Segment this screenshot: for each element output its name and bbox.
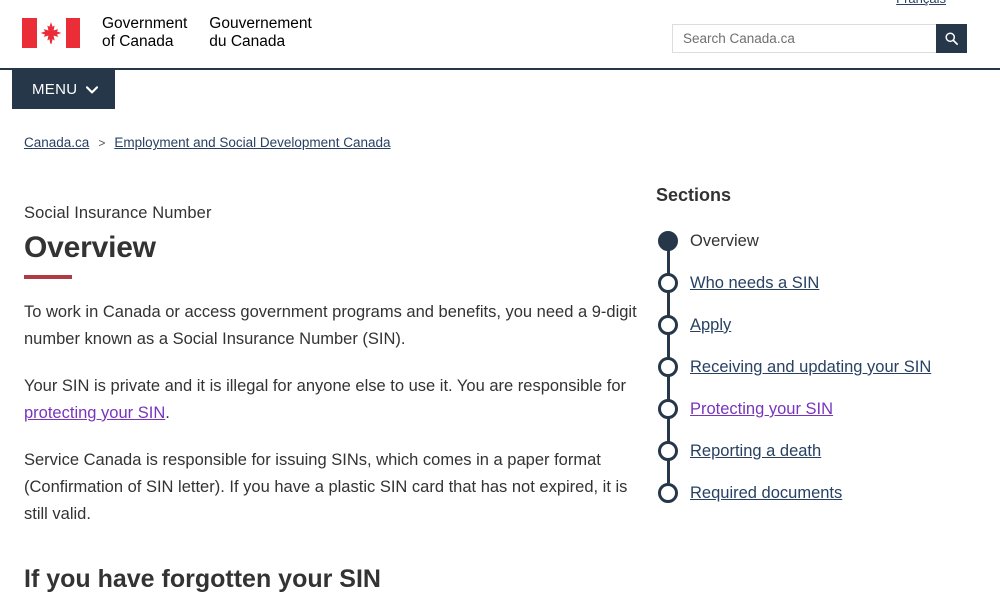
paragraph-2: Your SIN is private and it is illegal fo… (24, 373, 644, 427)
timeline-dot-icon (658, 399, 678, 419)
sidebar-item-receiving-and-updating-your-sin[interactable]: Receiving and updating your SIN (658, 346, 986, 388)
paragraph-2-text-after: . (165, 404, 170, 422)
wordmark-french: Gouvernement du Canada (209, 15, 312, 50)
paragraph-1: To work in Canada or access government p… (24, 299, 644, 353)
search-icon (945, 32, 958, 45)
paragraph-2-text-before: Your SIN is private and it is illegal fo… (24, 377, 626, 395)
global-header: Government of Canada Gouvernement du Can… (0, 0, 1000, 70)
wordmark-english: Government of Canada (102, 15, 188, 50)
sidebar-item-label[interactable]: Reporting a death (690, 441, 821, 461)
paragraph-3-text: Service Canada is responsible for issuin… (24, 451, 628, 523)
sections-title: Sections (656, 185, 732, 205)
wordmark: Government of Canada Gouvernement du Can… (102, 15, 312, 50)
main-content: Social Insurance Number Overview To work… (24, 180, 644, 594)
timeline-dot-icon (658, 315, 678, 335)
sidebar-item-label[interactable]: Protecting your SIN (690, 399, 833, 419)
timeline-dot-icon (658, 357, 678, 377)
canada-flag-icon (22, 18, 80, 48)
sidebar-item-apply[interactable]: Apply (658, 304, 986, 346)
main-menu-button[interactable]: MENU (12, 70, 115, 109)
language-toggle-link[interactable]: Français (896, 0, 946, 6)
timeline-dot-icon (658, 273, 678, 293)
sidebar-item-label[interactable]: Who needs a SIN (690, 273, 819, 293)
sidebar-item-required-documents[interactable]: Required documents (658, 472, 986, 514)
section-heading-forgotten-sin: If you have forgotten your SIN (24, 565, 381, 593)
page-title: Overview (24, 231, 156, 264)
sidebar-item-label[interactable]: Apply (690, 315, 731, 335)
paragraph-1-text: To work in Canada or access government p… (24, 303, 637, 348)
chevron-down-icon (86, 85, 99, 93)
breadcrumb: Canada.ca > Employment and Social Develo… (24, 135, 391, 150)
timeline-dot-icon (658, 483, 678, 503)
title-accent-rule (24, 275, 72, 279)
protecting-your-sin-link[interactable]: protecting your SIN (24, 404, 165, 422)
search-button[interactable] (936, 24, 967, 53)
main-menu-label: MENU (32, 81, 78, 98)
sidebar-item-overview[interactable]: Overview (658, 220, 986, 262)
sidebar-item-protecting-your-sin[interactable]: Protecting your SIN (658, 388, 986, 430)
sidebar-item-reporting-a-death[interactable]: Reporting a death (658, 430, 986, 472)
sidebar-item-label[interactable]: Required documents (690, 483, 842, 503)
sections-sidebar: Sections Overview Who needs a SIN Apply … (656, 185, 986, 514)
menu-bar: MENU (0, 70, 1000, 116)
sidebar-item-label[interactable]: Receiving and updating your SIN (690, 357, 931, 377)
timeline-dot-icon (658, 441, 678, 461)
timeline-dot-current-icon (658, 231, 678, 251)
breadcrumb-item-esdc[interactable]: Employment and Social Development Canada (114, 135, 390, 150)
paragraph-3: Service Canada is responsible for issuin… (24, 447, 644, 528)
sections-timeline: Overview Who needs a SIN Apply Receiving… (658, 220, 986, 514)
breadcrumb-item-canada-ca[interactable]: Canada.ca (24, 135, 89, 150)
sidebar-item-who-needs-a-sin[interactable]: Who needs a SIN (658, 262, 986, 304)
sidebar-item-label: Overview (690, 232, 759, 250)
government-of-canada-brand[interactable]: Government of Canada Gouvernement du Can… (22, 15, 312, 50)
page-eyebrow: Social Insurance Number (24, 204, 212, 222)
breadcrumb-separator: > (98, 135, 106, 150)
site-search (672, 24, 967, 53)
search-input[interactable] (672, 24, 936, 53)
